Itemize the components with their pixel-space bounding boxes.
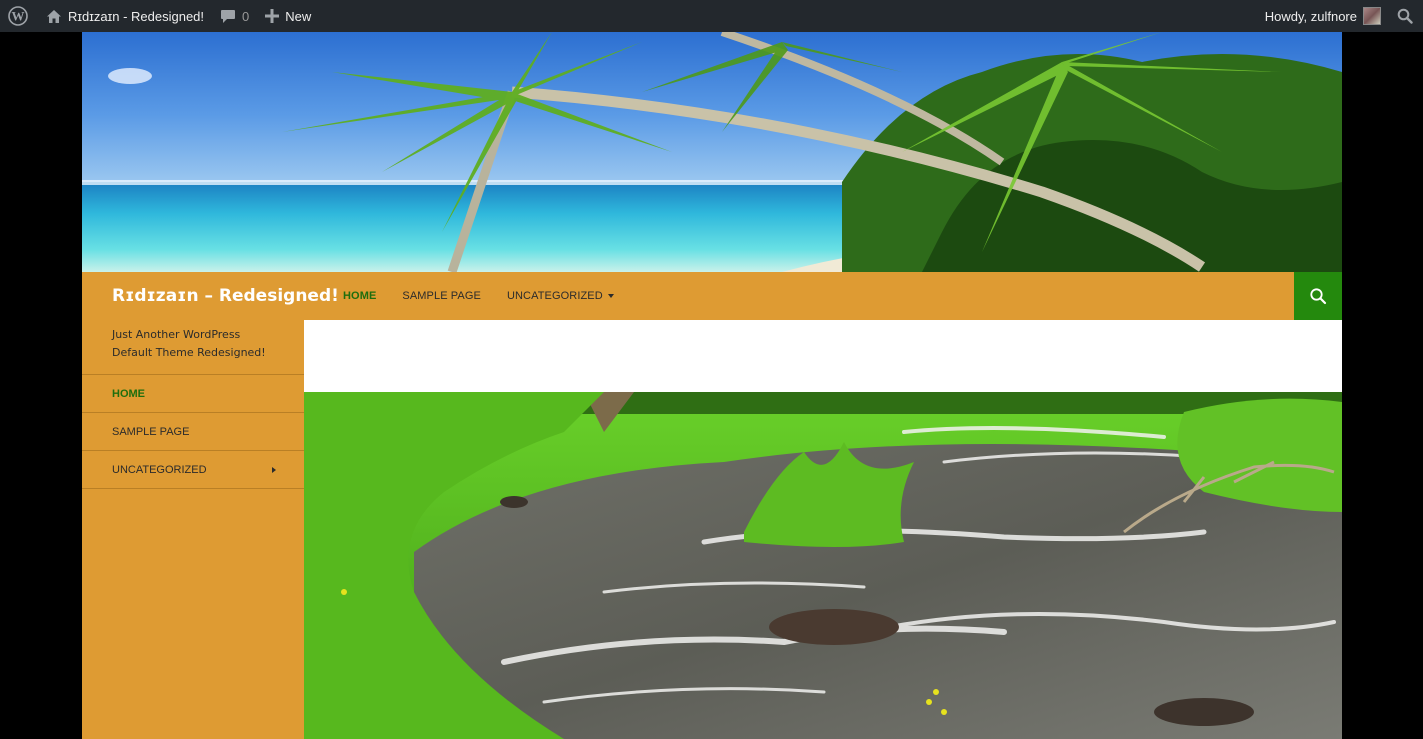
featured-image[interactable]: [304, 392, 1342, 739]
account-menu[interactable]: Howdy, zulfnore: [1257, 0, 1389, 32]
plus-icon: [265, 9, 280, 23]
avatar: [1363, 7, 1381, 25]
site-name-menu[interactable]: Rɪdɪzaɪn - Redesigned!: [38, 0, 212, 32]
sidebar-menu: HOME SAMPLE PAGE UNCATEGORIZED: [82, 374, 304, 489]
greeting-label: Howdy, zulfnore: [1264, 8, 1357, 24]
new-content-menu[interactable]: New: [257, 0, 319, 32]
svg-text:W: W: [12, 9, 25, 24]
sidebar-item-uncategorized[interactable]: UNCATEGORIZED: [82, 451, 304, 489]
search-icon: [1309, 287, 1327, 305]
comments-count: 0: [242, 8, 250, 24]
nav-item-label: HOME: [343, 290, 377, 302]
header-image[interactable]: [82, 32, 1342, 272]
primary-navbar: Rɪdɪzaɪn – Redesigned! HOME SAMPLE PAGE …: [82, 272, 1342, 320]
admin-bar-left: W Rɪdɪzaɪn - Redesigned! 0 New: [0, 0, 319, 32]
site-title[interactable]: Rɪdɪzaɪn – Redesigned!: [112, 286, 339, 306]
sidebar-item-label: SAMPLE PAGE: [112, 425, 190, 438]
search-icon: [1397, 8, 1413, 24]
sidebar-item-home[interactable]: HOME: [82, 375, 304, 413]
nav-item-label: SAMPLE PAGE: [402, 290, 481, 302]
sidebar-item-label: HOME: [112, 387, 145, 400]
site-name-label: Rɪdɪzaɪn - Redesigned!: [68, 8, 205, 24]
nav-item-uncategorized[interactable]: UNCATEGORIZED: [494, 272, 627, 320]
site-container: Rɪdɪzaɪn – Redesigned! HOME SAMPLE PAGE …: [82, 32, 1342, 739]
sidebar-item-label: UNCATEGORIZED: [112, 463, 207, 476]
content-header-area: [304, 320, 1342, 392]
new-label: New: [285, 8, 312, 24]
primary-menu: HOME SAMPLE PAGE UNCATEGORIZED: [330, 272, 627, 320]
wordpress-icon: W: [8, 6, 28, 26]
wordpress-menu[interactable]: W: [0, 0, 38, 32]
home-icon: [46, 9, 62, 24]
nav-item-home[interactable]: HOME: [330, 272, 389, 320]
site-tagline: Just Another WordPress Default Theme Red…: [112, 328, 266, 359]
caret-down-icon: [607, 294, 614, 298]
comment-icon: [220, 9, 236, 24]
admin-bar: W Rɪdɪzaɪn - Redesigned! 0 New Howdy, zu…: [0, 0, 1423, 32]
nav-item-sample-page[interactable]: SAMPLE PAGE: [389, 272, 494, 320]
comments-menu[interactable]: 0: [212, 0, 257, 32]
search-toggle-button[interactable]: [1294, 272, 1342, 320]
sidebar: Just Another WordPress Default Theme Red…: [82, 320, 304, 739]
admin-bar-right: Howdy, zulfnore: [1257, 0, 1423, 32]
sidebar-item-sample-page[interactable]: SAMPLE PAGE: [82, 413, 304, 451]
chevron-right-icon: [272, 466, 276, 473]
nav-item-label: UNCATEGORIZED: [506, 290, 603, 302]
admin-search[interactable]: [1389, 0, 1423, 32]
